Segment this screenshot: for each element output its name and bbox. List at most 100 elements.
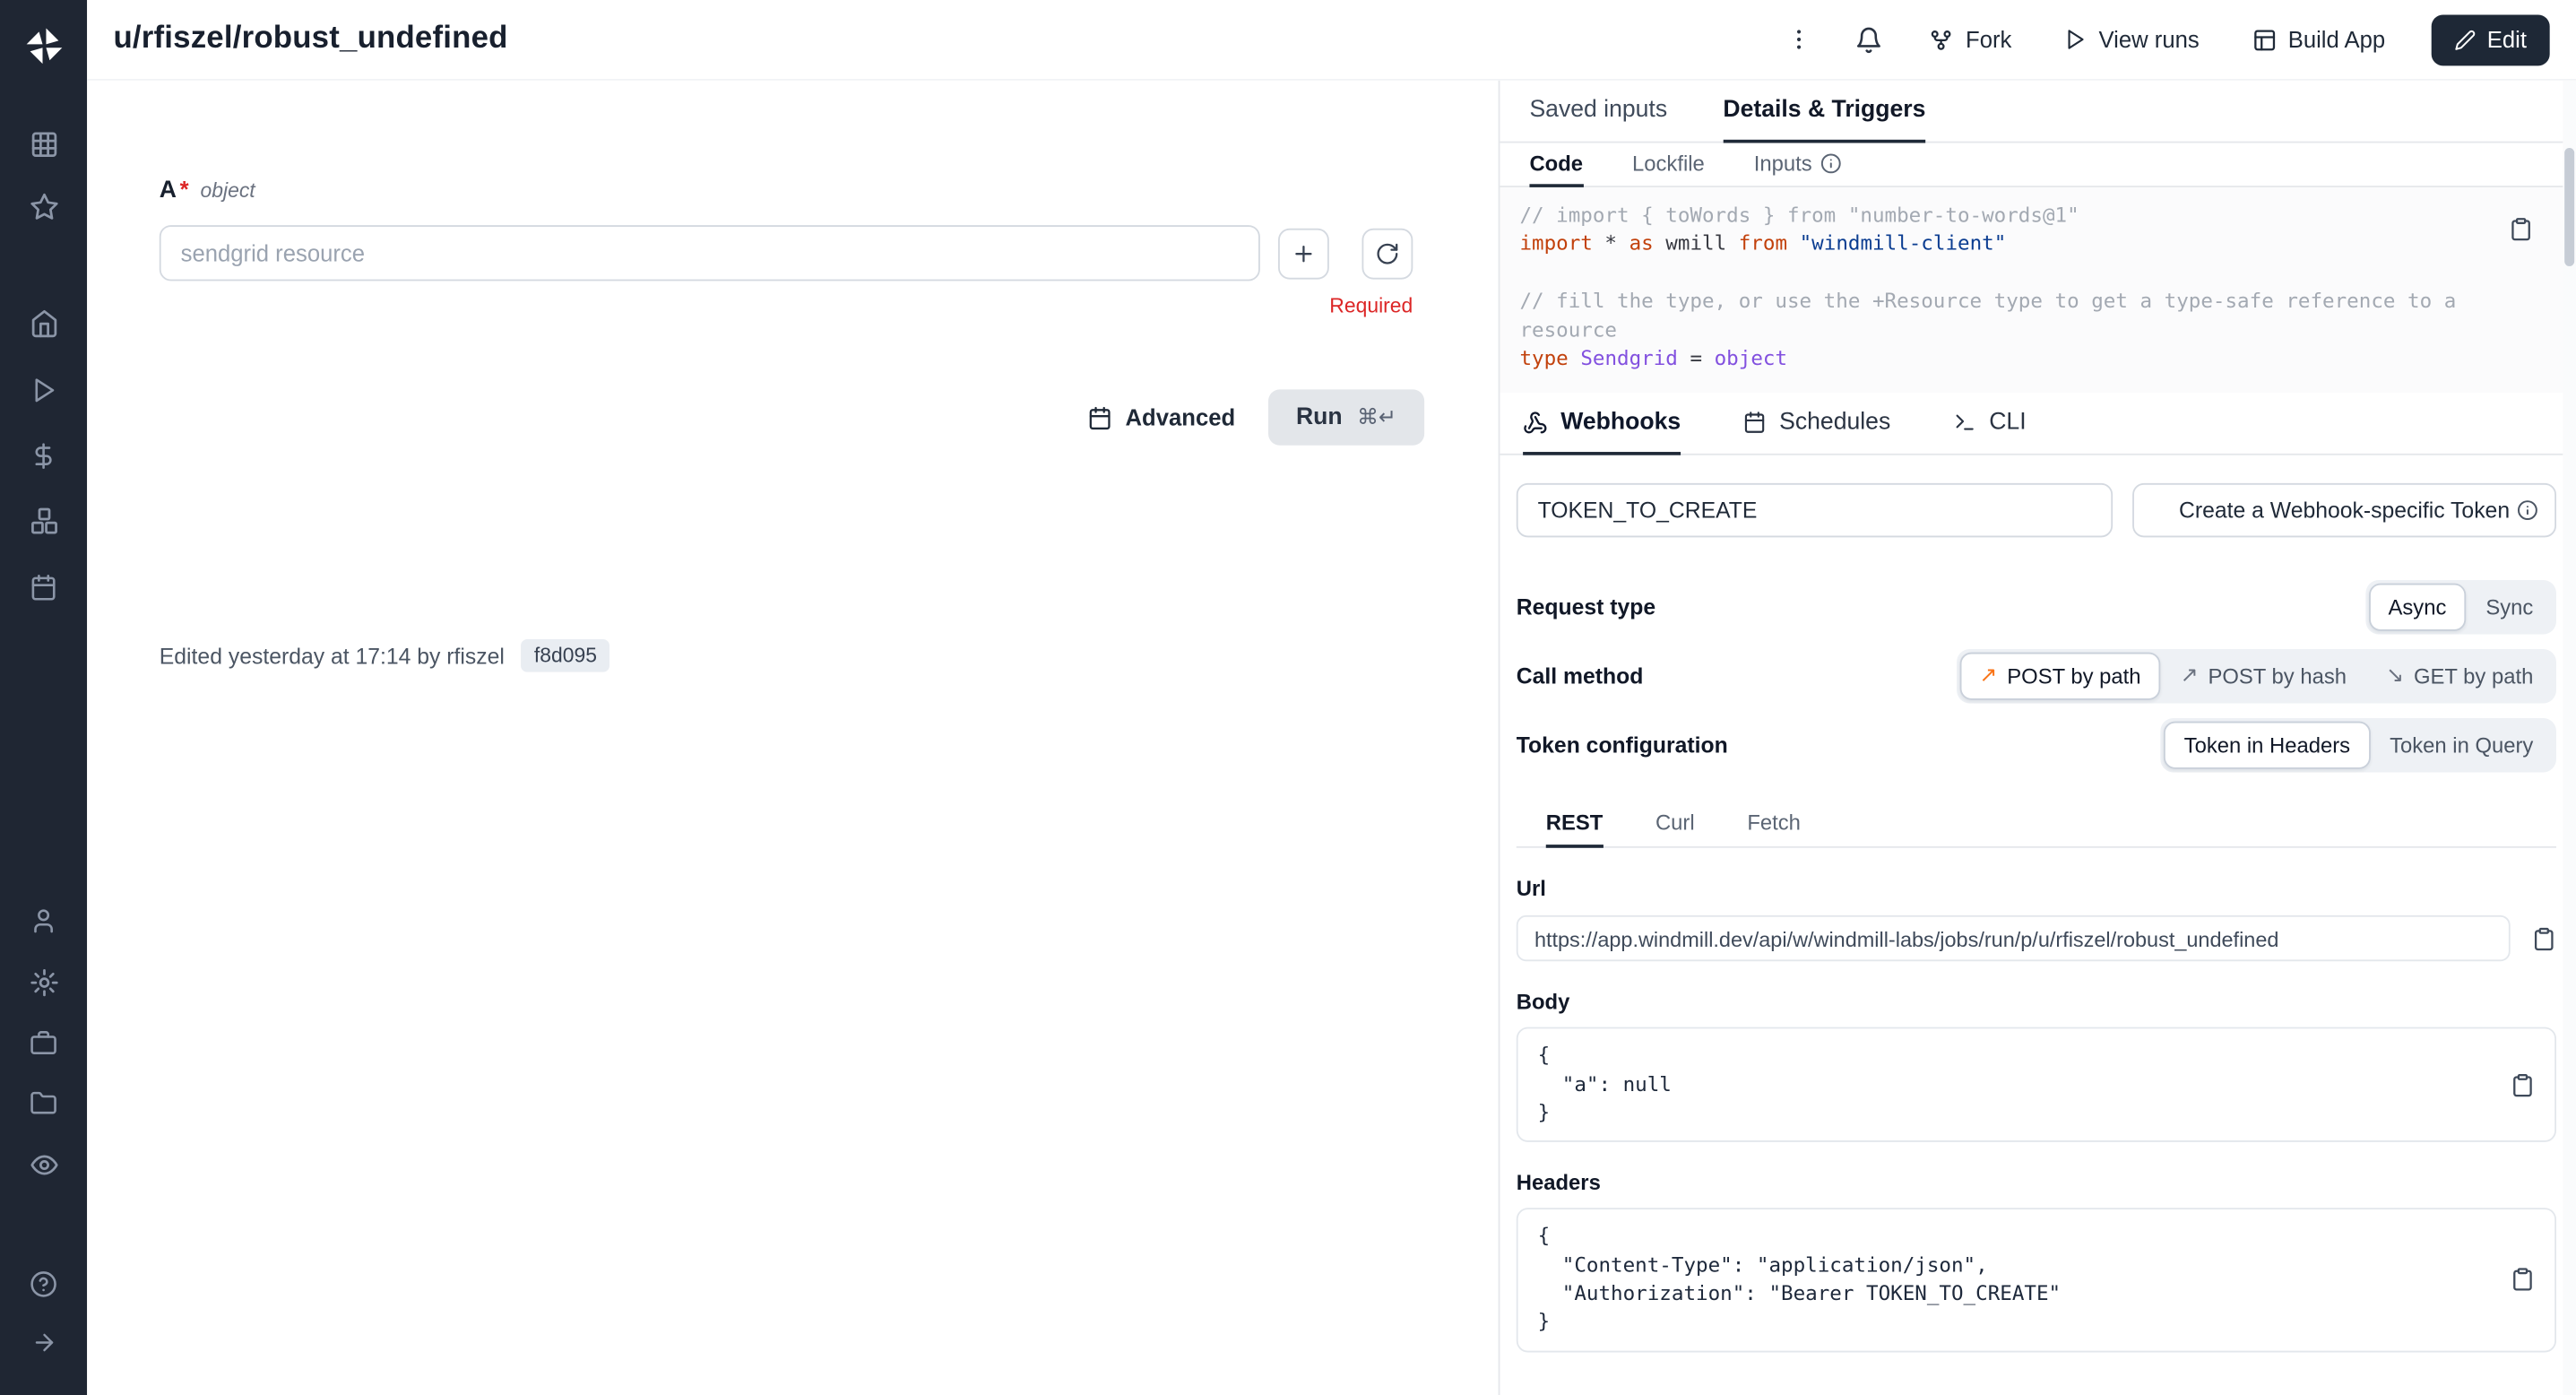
info-icon [2517, 500, 2538, 522]
required-asterisk: * [180, 176, 189, 202]
sidebar-item-favorites[interactable] [0, 176, 87, 238]
headers-label: Headers [1517, 1171, 2556, 1195]
boxes-icon [29, 507, 58, 536]
kebab-menu-button[interactable] [1775, 14, 1824, 64]
edit-label: Edit [2487, 26, 2527, 52]
webhooks-panel: Create a Webhook-specific Token Request … [1500, 484, 2576, 1385]
argument-input[interactable] [160, 225, 1260, 281]
argument-name: A [160, 178, 177, 204]
arrow-up-right-icon: ↗ [1979, 663, 1997, 688]
sidebar-item-workers[interactable] [0, 1012, 87, 1073]
headers-code: { "Content-Type": "application/json", "A… [1538, 1223, 2489, 1337]
sidebar-item-logo[interactable] [22, 22, 65, 71]
play-icon [30, 376, 57, 403]
build-app-button[interactable]: Build App [2235, 16, 2401, 62]
sidebar-item-variables[interactable] [0, 422, 87, 488]
add-resource-button[interactable] [1278, 228, 1329, 279]
table-icon [2252, 27, 2276, 51]
scrollbar[interactable] [2563, 81, 2576, 1395]
post-by-hash-label: POST by hash [2208, 663, 2347, 688]
header-actions: Fork View runs Build App Edit [1775, 14, 2549, 65]
edited-info: Edited yesterday at 17:14 by rfiszel [160, 644, 505, 668]
sidebar-item-apps[interactable] [0, 113, 87, 176]
sidebar-item-expand[interactable] [0, 1313, 87, 1372]
sidebar-item-home[interactable] [0, 290, 87, 356]
copy-url-button[interactable] [2532, 927, 2556, 951]
dollar-icon [30, 441, 57, 469]
request-type-toggle: Async Sync [2365, 580, 2556, 634]
url-label: Url [1517, 877, 2556, 901]
code-tabbar: Code Lockfile Inputs [1500, 143, 2576, 186]
tab-curl[interactable]: Curl [1655, 801, 1695, 848]
pencil-icon [2454, 29, 2476, 50]
sidebar-item-schedules[interactable] [0, 554, 87, 620]
eye-icon [29, 1149, 58, 1179]
sidebar-main-group [0, 290, 87, 620]
copy-headers-button[interactable] [2511, 1268, 2535, 1292]
run-form-pane: A* object Required Advanced Run⌘↵ [87, 81, 1498, 1395]
calendar-icon [1087, 405, 1111, 429]
home-icon [29, 309, 58, 339]
arrow-down-right-icon: ↘ [2386, 663, 2404, 688]
body-label: Body [1517, 990, 2556, 1014]
code-block: // import { toWords } from "number-to-wo… [1500, 187, 2576, 394]
arrow-up-right-icon: ↗ [2181, 663, 2199, 688]
sidebar-item-audit-logs[interactable] [0, 1134, 87, 1195]
folder-icon [30, 1089, 57, 1117]
webhook-url-field[interactable] [1517, 916, 2511, 962]
token-configuration-toggle: Token in Headers Token in Query [2161, 718, 2556, 772]
token-in-headers-option[interactable]: Token in Headers [2165, 722, 2370, 769]
scrollbar-thumb[interactable] [2564, 148, 2574, 266]
tab-inputs[interactable]: Inputs [1754, 143, 1842, 186]
app-window: u/rfiszel/robust_undefined Fork View run… [0, 0, 2576, 1395]
kebab-icon [1786, 26, 1812, 52]
advanced-label: Advanced [1126, 404, 1236, 430]
sidebar-item-settings[interactable] [0, 951, 87, 1012]
sidebar-item-help[interactable] [0, 1254, 87, 1313]
tab-code[interactable]: Code [1529, 143, 1583, 186]
version-hash-badge[interactable]: f8d095 [521, 639, 609, 672]
snippet-tabbar: REST Curl Fetch [1517, 801, 2556, 848]
sidebar [0, 0, 87, 1395]
advanced-button[interactable]: Advanced [1087, 404, 1235, 430]
tab-webhooks[interactable]: Webhooks [1523, 394, 1681, 456]
page-title: u/rfiszel/robust_undefined [113, 22, 507, 57]
details-tabbar: Saved inputs Details & Triggers [1500, 81, 2576, 143]
tab-details-triggers[interactable]: Details & Triggers [1723, 81, 1925, 143]
request-type-async-option[interactable]: Async [2368, 584, 2466, 631]
arrow-right-icon [30, 1330, 56, 1356]
fork-label: Fork [1966, 26, 2011, 52]
call-method-get-by-path-option[interactable]: ↘GET by path [2366, 653, 2553, 700]
token-in-query-option[interactable]: Token in Query [2370, 722, 2553, 769]
call-method-post-by-path-option[interactable]: ↗POST by path [1959, 653, 2160, 700]
request-type-sync-option[interactable]: Sync [2466, 584, 2553, 631]
copy-code-button[interactable] [2509, 217, 2533, 241]
play-icon [2064, 28, 2088, 51]
sidebar-item-folders[interactable] [0, 1073, 87, 1134]
request-type-label: Request type [1517, 594, 1655, 619]
create-webhook-token-button[interactable]: Create a Webhook-specific Token [2132, 484, 2556, 538]
sidebar-item-runs[interactable] [0, 357, 87, 422]
notifications-button[interactable] [1844, 14, 1893, 64]
cli-label: CLI [1989, 410, 2026, 436]
tab-cli[interactable]: CLI [1953, 394, 2027, 456]
run-shortcut: ⌘↵ [1357, 405, 1396, 429]
tab-rest[interactable]: REST [1546, 801, 1604, 848]
tab-fetch[interactable]: Fetch [1747, 801, 1801, 848]
tab-schedules[interactable]: Schedules [1743, 394, 1890, 456]
refresh-button[interactable] [1361, 228, 1413, 279]
tab-lockfile[interactable]: Lockfile [1632, 143, 1705, 186]
token-input[interactable] [1517, 484, 2113, 538]
sidebar-item-resources[interactable] [0, 488, 87, 553]
run-button[interactable]: Run⌘↵ [1268, 389, 1424, 445]
tab-saved-inputs[interactable]: Saved inputs [1529, 81, 1667, 143]
sidebar-item-users[interactable] [0, 890, 87, 951]
call-method-post-by-hash-option[interactable]: ↗ POST by hash [2161, 653, 2367, 700]
view-runs-button[interactable]: View runs [2048, 16, 2216, 62]
fork-button[interactable]: Fork [1913, 16, 2027, 62]
refresh-icon [1375, 241, 1399, 265]
terminal-icon [1953, 412, 1976, 435]
copy-body-button[interactable] [2511, 1073, 2535, 1097]
edit-button[interactable]: Edit [2431, 14, 2549, 65]
sidebar-footer-group [0, 1254, 87, 1373]
